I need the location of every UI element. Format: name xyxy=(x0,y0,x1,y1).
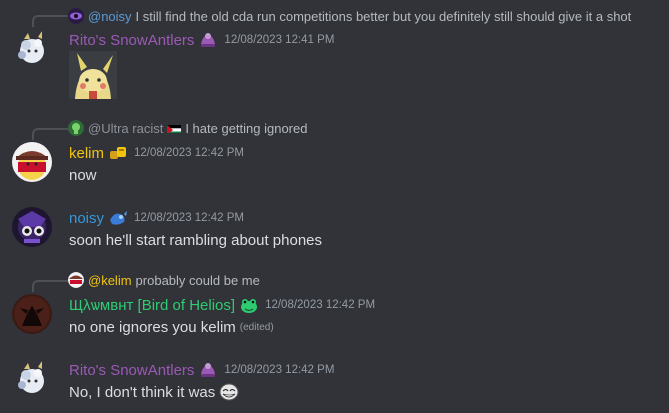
timestamp[interactable]: 12/08/2023 12:42 PM xyxy=(265,299,375,311)
role-badge-icon[interactable] xyxy=(198,360,218,380)
noisy-mini-avatar xyxy=(68,8,84,24)
timestamp[interactable]: 12/08/2023 12:41 PM xyxy=(224,34,334,46)
gold-badge-icon[interactable] xyxy=(108,143,128,163)
frog-badge-icon[interactable] xyxy=(239,295,259,315)
reply-preview[interactable]: @Ultra racist I hate getting ignored xyxy=(68,119,307,137)
timestamp[interactable]: 12/08/2023 12:42 PM xyxy=(224,364,334,376)
message-header: noisy 12/08/2023 12:42 PM xyxy=(69,207,244,229)
timestamp[interactable]: 12/08/2023 12:42 PM xyxy=(134,212,244,224)
avatar[interactable] xyxy=(12,207,52,247)
reply-text[interactable]: I still find the old cda run competition… xyxy=(136,9,632,24)
pikachu-image[interactable] xyxy=(69,51,117,99)
reply-spine xyxy=(32,280,68,292)
username[interactable]: noisy xyxy=(69,210,104,227)
username[interactable]: Щλѡмвнт [Bird of Helios] xyxy=(69,297,235,314)
reply-author[interactable]: @noisy xyxy=(88,9,132,24)
username[interactable]: Rito's SnowAntlers xyxy=(69,362,194,379)
avatar[interactable] xyxy=(12,294,52,334)
username[interactable]: kelim xyxy=(69,145,104,162)
reply-spine xyxy=(32,128,68,140)
message-text: No, I don't think it was xyxy=(69,383,216,401)
flag-icon xyxy=(167,123,182,133)
reply-text[interactable]: I hate getting ignored xyxy=(185,121,307,136)
blue-badge-icon[interactable] xyxy=(108,208,128,228)
avatar[interactable] xyxy=(12,29,52,69)
trollface-emoji-icon[interactable] xyxy=(219,382,239,402)
reply-preview[interactable]: @noisy I still find the old cda run comp… xyxy=(68,7,631,25)
reply-author[interactable]: @Ultra racist xyxy=(88,121,163,136)
message-text: no one ignores you kelim xyxy=(69,318,236,336)
message-content: now xyxy=(69,166,97,184)
message-content: no one ignores you kelim (edited) xyxy=(69,317,274,337)
username[interactable]: Rito's SnowAntlers xyxy=(69,32,194,49)
message-header: Rito's SnowAntlers 12/08/2023 12:42 PM xyxy=(69,359,334,381)
message-header: Щλѡмвнт [Bird of Helios] 12/08/2023 12:4… xyxy=(69,294,375,316)
timestamp[interactable]: 12/08/2023 12:42 PM xyxy=(134,147,244,159)
reply-text[interactable]: probably could be me xyxy=(136,273,260,288)
kelim-mini-avatar xyxy=(68,272,84,288)
ultra-racist-mini-avatar xyxy=(68,120,84,136)
message-header: Rito's SnowAntlers 12/08/2023 12:41 PM xyxy=(69,29,334,51)
avatar[interactable] xyxy=(12,142,52,182)
reply-author[interactable]: @kelim xyxy=(88,273,132,288)
message-content: soon he'll start rambling about phones xyxy=(69,231,323,249)
message-header: kelim 12/08/2023 12:42 PM xyxy=(69,142,244,164)
reply-spine xyxy=(32,15,68,27)
avatar[interactable] xyxy=(12,359,52,399)
reply-preview[interactable]: @kelim probably could be me xyxy=(68,271,260,289)
role-badge-icon[interactable] xyxy=(198,30,218,50)
edited-label[interactable]: (edited) xyxy=(240,322,274,333)
message-content: No, I don't think it was xyxy=(69,382,239,402)
